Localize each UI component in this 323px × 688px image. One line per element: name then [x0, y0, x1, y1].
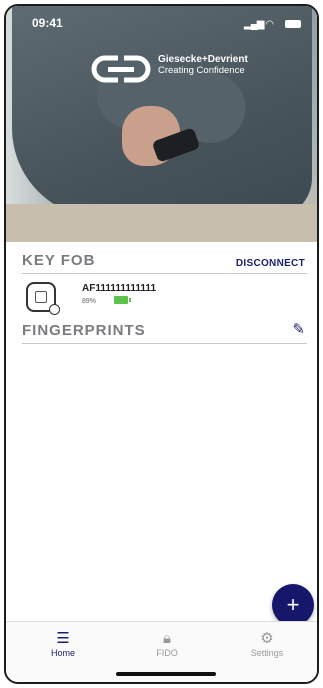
- tab-bar: ☰ Home 🔒︎ FIDO ⚙ Settings: [6, 621, 317, 682]
- key-fob-device-icon: [26, 282, 60, 315]
- brand-tagline: Creating Confidence: [158, 65, 245, 76]
- keyfob-section: KEY FOB DISCONNECT: [22, 252, 307, 274]
- divider: [22, 273, 307, 274]
- status-bar: 09:41 ▂▄▆ ◠: [6, 14, 317, 34]
- tab-home[interactable]: ☰ Home: [28, 630, 98, 658]
- signal-wifi-icon: ▂▄▆ ◠: [244, 19, 274, 30]
- fingerprints-section: FINGERPRINTS ✎: [22, 320, 307, 344]
- tab-settings[interactable]: ⚙ Settings: [232, 630, 302, 658]
- tab-settings-label: Settings: [250, 648, 284, 658]
- tab-fido[interactable]: 🔒︎ FIDO: [132, 630, 202, 658]
- tab-fido-label: FIDO: [156, 648, 178, 658]
- gd-logo-icon: [91, 55, 151, 83]
- edit-pencil-icon[interactable]: ✎: [292, 320, 305, 338]
- disconnect-button[interactable]: DISCONNECT: [236, 258, 305, 269]
- brand-name: Giesecke+Devrient: [158, 54, 248, 65]
- app-window: 09:41 ▂▄▆ ◠ Giesecke+Devrient Creating C…: [4, 4, 319, 684]
- hero-image: 09:41 ▂▄▆ ◠ Giesecke+Devrient Creating C…: [6, 6, 317, 242]
- battery-percent: 89%: [82, 298, 97, 305]
- battery-icon: [285, 20, 301, 28]
- device-name[interactable]: AF111111111111: [82, 283, 156, 294]
- home-indicator: [116, 672, 216, 676]
- lock-icon: 🔒︎: [163, 630, 171, 647]
- tab-home-label: Home: [50, 648, 75, 658]
- brand: Giesecke+Devrient Creating Confidence: [158, 54, 248, 76]
- add-fingerprint-button[interactable]: +: [272, 584, 314, 626]
- status-time: 09:41: [32, 16, 63, 30]
- gear-icon: ⚙: [260, 630, 274, 647]
- divider: [22, 343, 307, 344]
- fingerprints-title: FINGERPRINTS: [22, 322, 146, 339]
- device-battery-icon: [114, 296, 131, 304]
- list-icon: ☰: [56, 630, 70, 647]
